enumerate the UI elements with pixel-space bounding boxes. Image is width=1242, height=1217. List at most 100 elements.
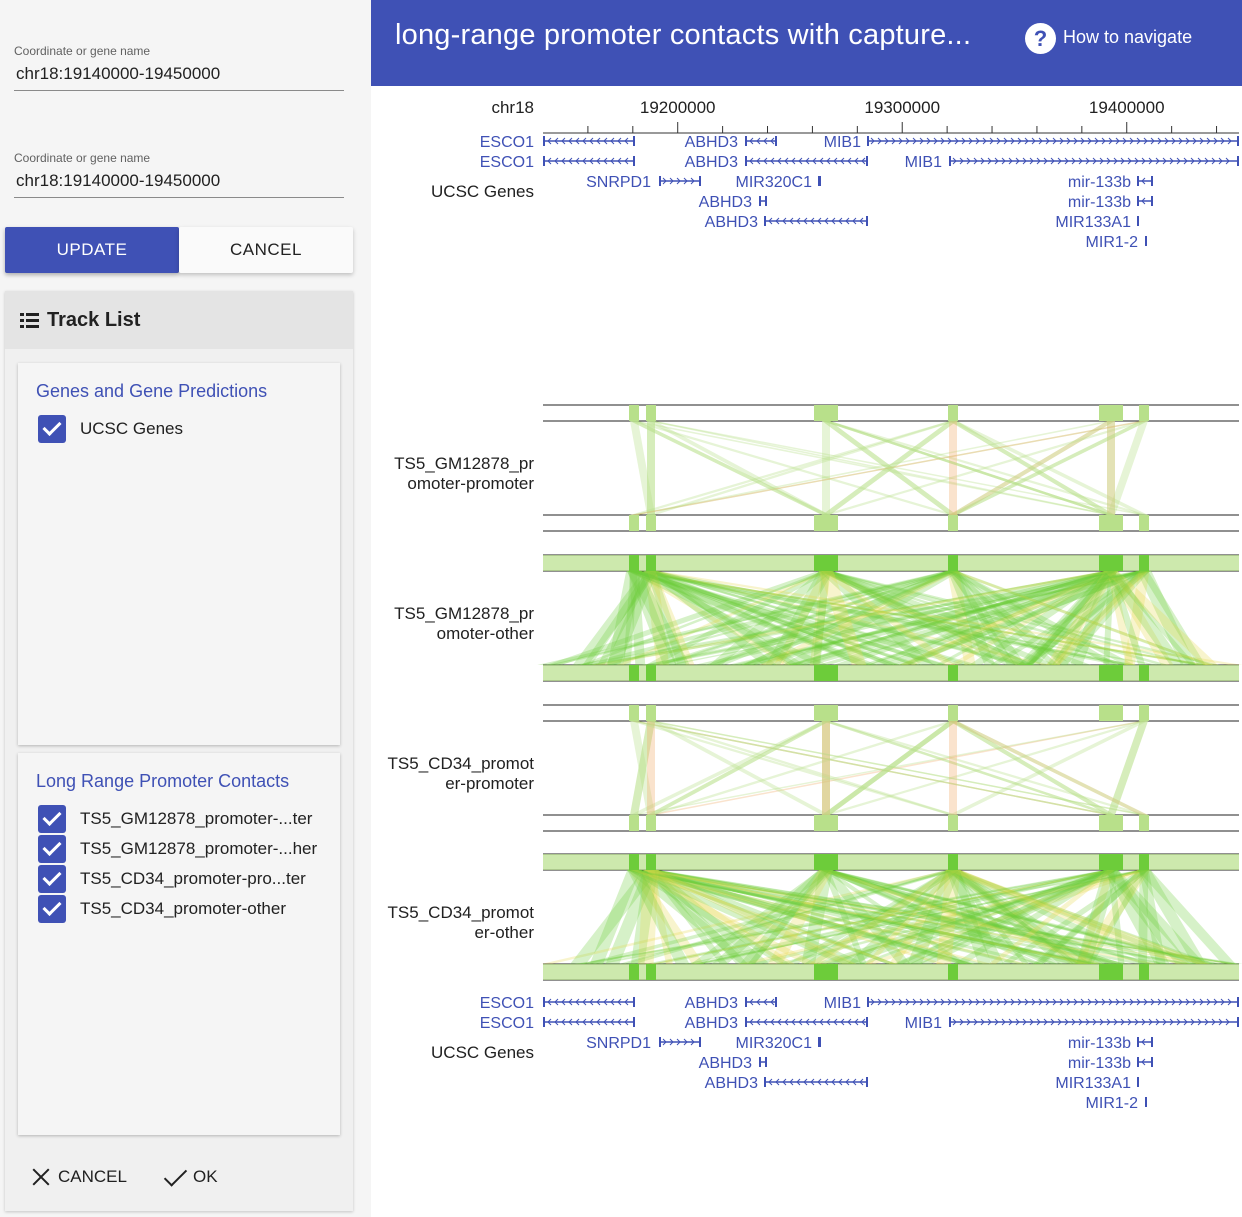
anchor-block bbox=[1139, 665, 1149, 681]
interaction-track[interactable]: TS5_CD34_promoter-other bbox=[388, 853, 1242, 981]
gene-label[interactable]: SNRPD1 bbox=[586, 174, 651, 191]
cancel-button[interactable]: CANCEL bbox=[179, 227, 353, 273]
anchor-block bbox=[646, 665, 656, 681]
app-header: long-range promoter contacts with captur… bbox=[371, 0, 1242, 86]
track-label: er-promoter bbox=[445, 774, 534, 793]
anchor-block bbox=[629, 854, 639, 870]
coordinate-field-2: Coordinate or gene name bbox=[14, 151, 344, 198]
checkbox-checked-icon[interactable] bbox=[38, 895, 66, 923]
genome-browser[interactable]: chr18 19200000 19300000 19400000 ESCO1 ABHD… bbox=[371, 86, 1242, 1217]
gene-label[interactable]: mir-133b bbox=[1068, 174, 1131, 191]
gene-label[interactable]: MIR133A1 bbox=[1055, 1075, 1131, 1092]
checkbox-checked-icon[interactable] bbox=[38, 805, 66, 833]
gene-label[interactable]: ABHD3 bbox=[685, 154, 738, 171]
track-item-cd34-promoter-other[interactable]: TS5_CD34_promoter-other bbox=[38, 895, 286, 923]
checkbox-checked-icon[interactable] bbox=[38, 865, 66, 893]
gene-track-label-bottom: UCSC Genes bbox=[431, 1043, 534, 1062]
gene-label[interactable]: MIR1-2 bbox=[1086, 234, 1139, 251]
anchor-block bbox=[814, 705, 838, 721]
anchor-block bbox=[1139, 705, 1149, 721]
anchor-block bbox=[814, 964, 838, 980]
gene-label[interactable]: SNRPD1 bbox=[586, 1035, 651, 1052]
gene-exon bbox=[949, 156, 951, 166]
checkbox-checked-icon[interactable] bbox=[38, 835, 66, 863]
gene-label[interactable]: ABHD3 bbox=[685, 1015, 738, 1032]
gene-label[interactable]: MIB1 bbox=[824, 134, 861, 151]
track-item-ucsc-genes[interactable]: UCSC Genes bbox=[38, 415, 183, 443]
track-item-gm12878-promoter-other[interactable]: TS5_GM12878_promoter-...her bbox=[38, 835, 317, 863]
interaction-track[interactable]: TS5_CD34_promoter-promoter bbox=[388, 704, 1239, 832]
contact-ribbon bbox=[822, 721, 830, 815]
anchor-block bbox=[948, 555, 958, 571]
gene-label[interactable]: ESCO1 bbox=[480, 1015, 534, 1032]
contact-ribbon bbox=[822, 421, 830, 515]
gene-exon bbox=[699, 176, 701, 186]
gene-label[interactable]: MIR1-2 bbox=[1086, 1095, 1139, 1112]
gene-exon bbox=[699, 1037, 701, 1047]
gene-label[interactable]: ABHD3 bbox=[699, 1055, 752, 1072]
gene-label[interactable]: ABHD3 bbox=[705, 214, 758, 231]
coordinate-input-1[interactable] bbox=[14, 58, 344, 91]
anchor-block bbox=[948, 705, 958, 721]
how-to-navigate-link[interactable]: How to navigate bbox=[1063, 27, 1192, 48]
anchor-block bbox=[814, 815, 838, 831]
gene-label[interactable]: mir-133b bbox=[1068, 1055, 1131, 1072]
track-group-genes: Genes and Gene Predictions UCSC Genes bbox=[18, 363, 340, 745]
gene-label[interactable]: mir-133b bbox=[1068, 1035, 1131, 1052]
gene-label[interactable]: ABHD3 bbox=[705, 1075, 758, 1092]
gene-exon bbox=[764, 1077, 766, 1087]
anchor-block bbox=[814, 854, 838, 870]
gene-exon bbox=[1151, 1057, 1153, 1067]
gene-exon bbox=[765, 196, 767, 206]
gene-label[interactable]: mir-133b bbox=[1068, 194, 1131, 211]
gene-exon bbox=[1145, 1097, 1147, 1107]
anchor-block bbox=[1139, 815, 1149, 831]
gene-label[interactable]: ABHD3 bbox=[699, 194, 752, 211]
track-list-ok-button[interactable]: OK bbox=[163, 1159, 218, 1195]
gene-label[interactable]: ESCO1 bbox=[480, 134, 534, 151]
update-button[interactable]: UPDATE bbox=[5, 227, 179, 273]
gene-exon bbox=[764, 216, 766, 226]
gene-label[interactable]: ABHD3 bbox=[685, 995, 738, 1012]
gene-exon bbox=[819, 176, 821, 186]
track-item-gm12878-promoter-promoter[interactable]: TS5_GM12878_promoter-...ter bbox=[38, 805, 312, 833]
coordinate-input-2[interactable] bbox=[14, 165, 344, 198]
track-group-title: Genes and Gene Predictions bbox=[36, 381, 268, 401]
gene-exon bbox=[633, 997, 635, 1007]
anchor-block bbox=[1099, 964, 1123, 980]
gene-exon bbox=[866, 1077, 868, 1087]
ruler-tick-label: 19400000 bbox=[1089, 98, 1165, 117]
gene-track-top: ESCO1 ABHD3 MIB1 ESCO1 ABHD3 MIB1 SNRPD1 MIR320… bbox=[480, 134, 1239, 251]
left-panel: Coordinate or gene name Coordinate or ge… bbox=[0, 0, 371, 1217]
gene-label[interactable]: ABHD3 bbox=[685, 134, 738, 151]
chromosome-label: chr18 bbox=[491, 98, 534, 117]
track-list-panel: Track List Genes and Gene Predictions UC… bbox=[5, 291, 353, 1211]
track-list-title: Track List bbox=[47, 308, 141, 331]
gene-label[interactable]: MIB1 bbox=[824, 995, 861, 1012]
gene-exon bbox=[543, 136, 545, 146]
interaction-track[interactable]: TS5_GM12878_promoter-other bbox=[394, 554, 1242, 682]
gene-label[interactable]: MIB1 bbox=[905, 1015, 942, 1032]
gene-label[interactable]: ESCO1 bbox=[480, 154, 534, 171]
gene-label[interactable]: MIB1 bbox=[905, 154, 942, 171]
gene-label[interactable]: MIR133A1 bbox=[1055, 214, 1131, 231]
anchor-block bbox=[1139, 405, 1149, 421]
gene-label[interactable]: ESCO1 bbox=[480, 995, 534, 1012]
gene-label[interactable]: MIR320C1 bbox=[736, 1035, 813, 1052]
gene-exon bbox=[775, 136, 777, 146]
track-item-cd34-promoter-promoter[interactable]: TS5_CD34_promoter-pro...ter bbox=[38, 865, 306, 893]
track-label: TS5_CD34_promot bbox=[388, 903, 535, 922]
anchor-block bbox=[814, 555, 838, 571]
gene-exon bbox=[949, 1017, 951, 1027]
gene-label[interactable]: MIR320C1 bbox=[736, 174, 813, 191]
anchor-block bbox=[629, 815, 639, 831]
genome-browser-canvas[interactable]: chr18 19200000 19300000 19400000 ESCO1 ABHD… bbox=[371, 86, 1242, 1217]
gene-exon bbox=[1151, 176, 1153, 186]
gene-exon bbox=[1145, 236, 1147, 246]
help-circle-icon[interactable]: ? bbox=[1025, 23, 1056, 54]
track-label: TS5_CD34_promot bbox=[388, 754, 535, 773]
checkbox-checked-icon[interactable] bbox=[38, 415, 66, 443]
interaction-track[interactable]: TS5_GM12878_promoter-promoter bbox=[394, 404, 1239, 532]
gene-exon bbox=[1237, 997, 1239, 1007]
track-list-cancel-button[interactable]: CANCEL bbox=[30, 1159, 127, 1195]
